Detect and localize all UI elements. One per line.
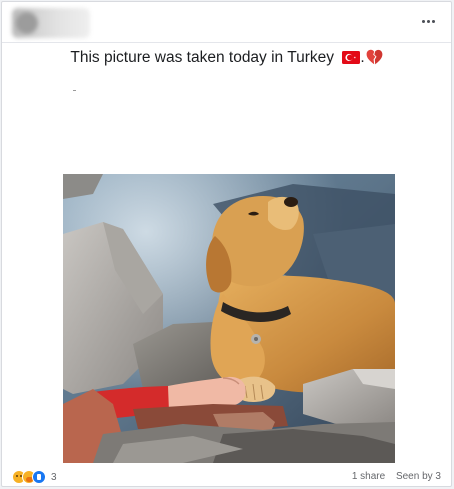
post-header [2, 2, 451, 42]
post-footer: 3 1 share Seen by 3 [2, 464, 451, 486]
post-caption-text: This picture was taken today in Turkey [70, 49, 334, 66]
post-card: This picture was taken today in Turkey . [1, 1, 452, 487]
reactions-summary[interactable]: 3 [12, 470, 57, 484]
more-options-button[interactable] [417, 10, 439, 32]
post-caption-suffix: . [360, 49, 365, 66]
more-dot [431, 19, 435, 23]
photo-dog-rubble-image [63, 174, 395, 463]
turkey-flag-icon [342, 51, 361, 64]
blurred-author-avatar[interactable] [12, 8, 90, 38]
reaction-count: 3 [51, 471, 57, 483]
more-dot [421, 19, 425, 23]
more-dot [426, 19, 430, 23]
seen-by-count[interactable]: Seen by 3 [396, 471, 441, 482]
like-reaction-icon [32, 470, 46, 484]
header-divider [2, 42, 451, 43]
post-caption: This picture was taken today in Turkey . [2, 48, 451, 68]
stray-mark [73, 90, 76, 91]
post-photo[interactable] [63, 174, 395, 463]
share-count[interactable]: 1 share [352, 471, 385, 482]
broken-heart-icon [366, 49, 383, 65]
post-stats: 1 share Seen by 3 [352, 471, 441, 482]
